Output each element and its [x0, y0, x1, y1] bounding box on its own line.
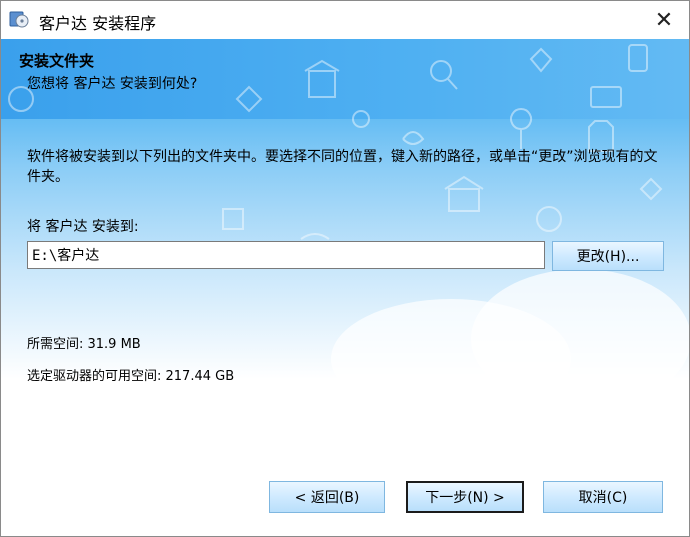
installer-window: 客户达 安装程序 ✕ 安装文件夹 您想将 客户达 安装到何处? 软件将被安装到以… [0, 0, 690, 537]
back-button[interactable]: < 返回(B) [269, 481, 385, 513]
space-required-text: 所需空间: 31.9 MB [27, 337, 141, 352]
change-button[interactable]: 更改(H)... [552, 241, 664, 271]
install-path-field[interactable]: E:\客户达 [27, 241, 545, 269]
page-subtitle: 您想将 客户达 安装到何处? [27, 76, 198, 92]
installer-disc-icon [9, 9, 29, 29]
next-button[interactable]: 下一步(N) > [406, 481, 524, 513]
title-bar[interactable]: 客户达 安装程序 ✕ [1, 1, 689, 39]
dialog-content: 安装文件夹 您想将 客户达 安装到何处? 软件将被安装到以下列出的文件夹中。要选… [1, 39, 689, 536]
install-path-label: 将 客户达 安装到: [27, 219, 139, 235]
close-icon[interactable]: ✕ [645, 5, 683, 35]
window-title: 客户达 安装程序 [39, 14, 157, 33]
space-available-text: 选定驱动器的可用空间: 217.44 GB [27, 369, 235, 384]
description-text: 软件将被安装到以下列出的文件夹中。要选择不同的位置，键入新的路径，或单击“更改”… [27, 149, 658, 185]
page-title: 安装文件夹 [19, 52, 95, 70]
cloud-decoration [471, 269, 689, 409]
cancel-button[interactable]: 取消(C) [543, 481, 663, 513]
